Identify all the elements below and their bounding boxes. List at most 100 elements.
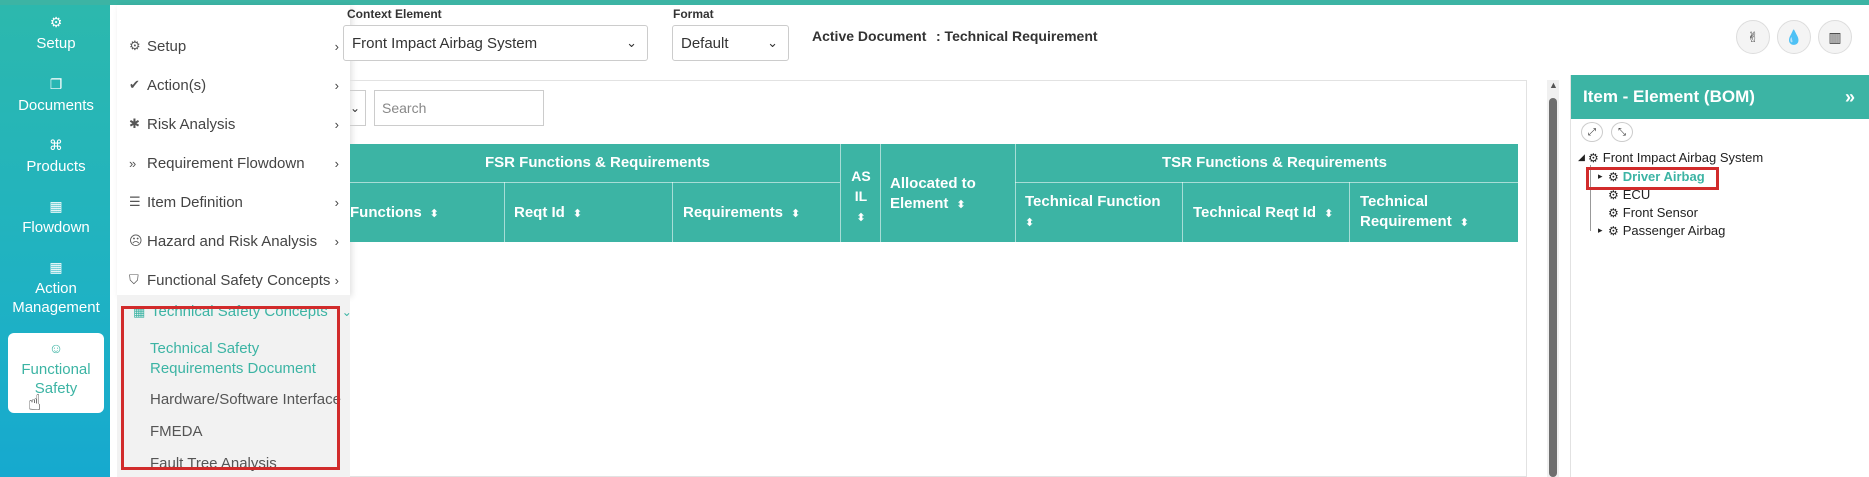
shield-icon: ⛉	[129, 272, 139, 287]
nav-flowdown-label: Flowdown	[22, 219, 90, 236]
tree-node-front-sensor[interactable]: ⚙ Front Sensor	[1608, 205, 1698, 220]
search-input[interactable]: Search	[374, 90, 544, 126]
smiley-icon: ☺	[48, 340, 64, 356]
menu-item-functional-safety-concepts-label: Functional Safety Concepts	[147, 271, 331, 289]
header-technical-reqt-id[interactable]: Technical Reqt Id ⬍	[1193, 203, 1333, 224]
chevron-down-icon: ⌄	[350, 101, 361, 115]
page-size-select[interactable]: ⌄	[350, 90, 366, 126]
item-element-title: Item - Element (BOM)	[1583, 87, 1755, 106]
header-allocated-to-element[interactable]: Allocated to Element ⬍	[890, 174, 1000, 215]
menu-item-hazard-risk-analysis[interactable]: ☹ Hazard and Risk Analysis ›	[129, 229, 347, 253]
nav-action-management[interactable]: ▦ Action Management	[8, 258, 104, 326]
bar-chart-icon: ▥	[1828, 28, 1842, 45]
active-document-value: : Technical Requirement	[936, 28, 1098, 44]
header-technical-function[interactable]: Technical Function ⬍	[1025, 192, 1175, 233]
chevron-right-icon: ›	[334, 233, 339, 249]
tree-node-label: Front Impact Airbag System	[1602, 150, 1764, 165]
item-element-header: Item - Element (BOM) »	[1571, 75, 1869, 119]
menu-item-requirement-flowdown[interactable]: » Requirement Flowdown ›	[129, 151, 347, 175]
menu-item-risk-analysis-label: Risk Analysis	[147, 115, 236, 133]
gear-icon: ⚙	[1608, 187, 1619, 202]
header-technical-reqt-id-label: Technical Reqt Id	[1193, 204, 1317, 221]
sort-icon: ⬍	[791, 208, 801, 220]
format-value: Default	[681, 34, 729, 52]
droplet-icon-button[interactable]: 💧	[1777, 20, 1811, 54]
chevron-right-icon: ›	[334, 272, 339, 288]
header-technical-function-label: Technical Function	[1025, 193, 1161, 210]
header-divider	[1182, 182, 1183, 242]
chevron-right-icon: ›	[334, 77, 339, 93]
vine-icon-button[interactable]: ✌	[1736, 20, 1770, 54]
header-divider	[1015, 182, 1518, 183]
expand-all-icon[interactable]: ⤢	[1581, 122, 1603, 142]
expand-toggle-icon[interactable]: ▸	[1598, 225, 1608, 236]
droplet-icon: 💧	[1785, 28, 1803, 45]
menu-item-setup[interactable]: ⚙ Setup ›	[129, 34, 347, 58]
collapse-toggle-icon[interactable]: ◢	[1578, 152, 1588, 163]
sort-icon: ⬍	[1324, 208, 1334, 220]
header-asil[interactable]: AS IL ⬍	[848, 166, 874, 228]
double-chevron-right-icon[interactable]: »	[1845, 87, 1855, 108]
chevron-right-icon: ›	[334, 38, 339, 54]
documents-icon: ❐	[49, 76, 63, 92]
gears-icon: ⚙	[1588, 150, 1599, 165]
header-functions[interactable]: Functions ⬍	[350, 203, 439, 224]
highlight-box-menu	[121, 306, 340, 470]
tree-node-label: Front Sensor	[1622, 205, 1698, 220]
header-reqt-id[interactable]: Reqt Id ⬍	[514, 203, 582, 224]
tree-node-label: Passenger Airbag	[1622, 223, 1726, 238]
tree-node-ecu[interactable]: ⚙ ECU	[1608, 187, 1650, 202]
menu-item-risk-analysis[interactable]: ✱ Risk Analysis ›	[129, 112, 347, 136]
nav-flowdown[interactable]: ▦ Flowdown	[8, 197, 104, 245]
check-icon: ✔	[129, 77, 140, 92]
nav-products-label: Products	[26, 158, 86, 175]
chart-icon-button[interactable]: ▥	[1818, 20, 1852, 54]
tree-node-passenger-airbag[interactable]: ▸ ⚙ Passenger Airbag	[1598, 223, 1725, 238]
scroll-up-icon[interactable]: ▲	[1549, 80, 1558, 90]
header-divider	[504, 182, 505, 242]
header-requirements-label: Requirements	[683, 204, 784, 221]
sort-icon: ⬍	[856, 212, 866, 224]
active-document-label: Active Document	[812, 28, 927, 44]
tree-node-front-impact-airbag-system[interactable]: ◢ ⚙ Front Impact Airbag System	[1578, 150, 1763, 165]
gears-icon: ⚙	[129, 38, 141, 53]
table-header: FSR Functions & Requirements TSR Functio…	[350, 144, 1518, 242]
list-icon: ☰	[129, 194, 141, 209]
menu-item-setup-label: Setup	[147, 37, 187, 55]
tree-node-label: ECU	[1622, 187, 1651, 202]
nav-products[interactable]: ⌘ Products	[8, 136, 104, 184]
gears-icon: ⚙	[49, 14, 63, 30]
collapse-all-icon[interactable]: ⤡	[1611, 122, 1633, 142]
header-technical-requirement-label: Technical Requirement	[1360, 193, 1452, 230]
header-requirements[interactable]: Requirements ⬍	[683, 203, 800, 224]
building-icon: ▦	[49, 259, 63, 275]
menu-item-actions[interactable]: ✔ Action(s) ›	[129, 73, 347, 97]
format-label: Format	[673, 7, 714, 21]
menu-item-actions-label: Action(s)	[147, 76, 207, 94]
nav-documents[interactable]: ❐ Documents	[8, 75, 104, 123]
chevron-right-icon: ›	[334, 155, 339, 171]
highlight-box-tree	[1586, 167, 1719, 190]
smiley-icon: ☹	[129, 233, 143, 248]
nav-setup-label: Setup	[36, 35, 76, 52]
chevron-down-icon: ⌄	[626, 35, 637, 50]
header-tsr-group: TSR Functions & Requirements	[1162, 154, 1388, 171]
nav-functional-safety[interactable]: ☺ Functional Safety	[8, 333, 104, 413]
header-divider	[1349, 182, 1350, 242]
chevron-right-icon: ›	[334, 116, 339, 132]
menu-item-item-definition[interactable]: ☰ Item Definition ›	[129, 190, 347, 214]
header-asil-label: AS IL	[851, 168, 871, 204]
header-divider	[840, 144, 841, 242]
nav-setup[interactable]: ⚙ Setup	[8, 13, 104, 61]
format-select[interactable]: Default ⌄	[672, 25, 789, 61]
scrollbar-thumb[interactable]	[1549, 98, 1557, 477]
menu-item-functional-safety-concepts[interactable]: ⛉ Functional Safety Concepts ›	[129, 268, 347, 292]
bug-icon: ✱	[129, 116, 140, 131]
gears-icon: ⚙	[1608, 223, 1619, 238]
context-element-select[interactable]: Front Impact Airbag System ⌄	[343, 25, 648, 61]
header-technical-requirement[interactable]: Technical Requirement ⬍	[1360, 192, 1500, 233]
double-chevron-down-icon: »	[129, 155, 137, 171]
menu-item-hazard-risk-analysis-label: Hazard and Risk Analysis	[147, 232, 318, 250]
menu-item-item-definition-label: Item Definition	[147, 193, 243, 211]
products-icon: ⌘	[49, 137, 63, 153]
